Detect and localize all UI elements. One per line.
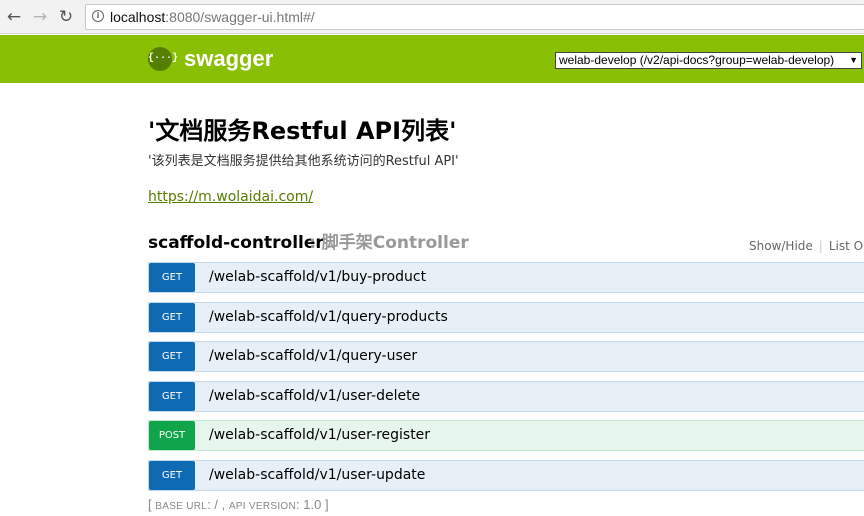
address-bar[interactable]: i localhost:8080/swagger-ui.html#/ <box>85 4 864 30</box>
operation-path[interactable]: /welab-scaffold/v1/user-register <box>209 421 430 449</box>
api-title: '文档服务Restful API列表' <box>148 117 457 145</box>
method-badge[interactable]: POST <box>149 421 195 451</box>
dropdown-arrow-icon: ▼ <box>849 55 858 65</box>
operation-row[interactable]: GET /welab-scaffold/v1/query-products <box>148 301 864 333</box>
method-badge[interactable]: GET <box>149 381 195 411</box>
operation-path[interactable]: /welab-scaffold/v1/query-products <box>209 303 448 331</box>
method-badge[interactable]: GET <box>149 263 195 292</box>
forward-arrow-icon[interactable]: → <box>30 7 50 27</box>
api-version-value: : 1.0 <box>296 497 322 512</box>
operation-row[interactable]: GET /welab-scaffold/v1/user-update <box>148 459 864 491</box>
base-url-label: BASE URL <box>155 501 208 512</box>
operation-path[interactable]: /welab-scaffold/v1/query-user <box>209 342 417 370</box>
method-badge[interactable]: GET <box>149 302 195 332</box>
reload-icon[interactable]: ↻ <box>56 7 76 27</box>
info-icon[interactable]: i <box>92 10 104 22</box>
operation-row[interactable]: GET /welab-scaffold/v1/query-user <box>148 341 864 373</box>
operation-path[interactable]: /welab-scaffold/v1/buy-product <box>209 263 426 291</box>
controller-description: : 脚手架Controller <box>309 233 469 253</box>
url-path: :8080/swagger-ui.html#/ <box>165 9 315 25</box>
footer-bracket-close: ] <box>324 497 329 512</box>
api-version-label: API VERSION <box>228 501 297 512</box>
footer-bracket-open: [ <box>148 497 152 512</box>
api-link[interactable]: https://m.wolaidai.com/ <box>148 187 313 207</box>
operation-path[interactable]: /welab-scaffold/v1/user-delete <box>209 382 420 410</box>
spec-select[interactable]: welab-develop (/v2/api-docs?group=welab-… <box>555 52 862 69</box>
swagger-header: {···} swagger welab-develop (/v2/api-doc… <box>0 35 864 83</box>
controller-name[interactable]: scaffold-controller <box>148 232 324 254</box>
api-footer: [ BASE URL: / , API VERSION: 1.0 ] <box>148 496 329 516</box>
swagger-logo-icon[interactable]: {···} <box>148 47 178 71</box>
back-arrow-icon[interactable]: ← <box>4 7 24 27</box>
operation-row[interactable]: GET /welab-scaffold/v1/buy-product <box>148 262 864 293</box>
list-operations-link[interactable]: List Op <box>829 239 864 253</box>
base-url-value: : / , <box>207 497 226 512</box>
separator: | <box>818 239 823 253</box>
operation-path[interactable]: /welab-scaffold/v1/user-update <box>209 461 425 489</box>
spec-select-value: welab-develop (/v2/api-docs?group=welab-… <box>559 53 835 67</box>
url-text[interactable]: localhost:8080/swagger-ui.html#/ <box>110 9 315 26</box>
method-badge[interactable]: GET <box>149 460 195 490</box>
swagger-logo-text[interactable]: swagger <box>184 45 273 73</box>
operation-row[interactable]: GET /welab-scaffold/v1/user-delete <box>148 380 864 412</box>
method-badge[interactable]: GET <box>149 342 195 372</box>
operations-list: GET /welab-scaffold/v1/buy-product GET /… <box>148 262 864 500</box>
browser-toolbar: ← → ↻ i localhost:8080/swagger-ui.html#/ <box>0 0 864 34</box>
url-host: localhost <box>110 9 166 25</box>
controller-actions: Show/Hide | List Op <box>749 238 864 254</box>
operation-row[interactable]: POST /welab-scaffold/v1/user-register <box>148 420 864 452</box>
api-description: '该列表是文档服务提供给其他系统访问的Restful API' <box>148 154 459 169</box>
show-hide-link[interactable]: Show/Hide <box>749 239 813 253</box>
